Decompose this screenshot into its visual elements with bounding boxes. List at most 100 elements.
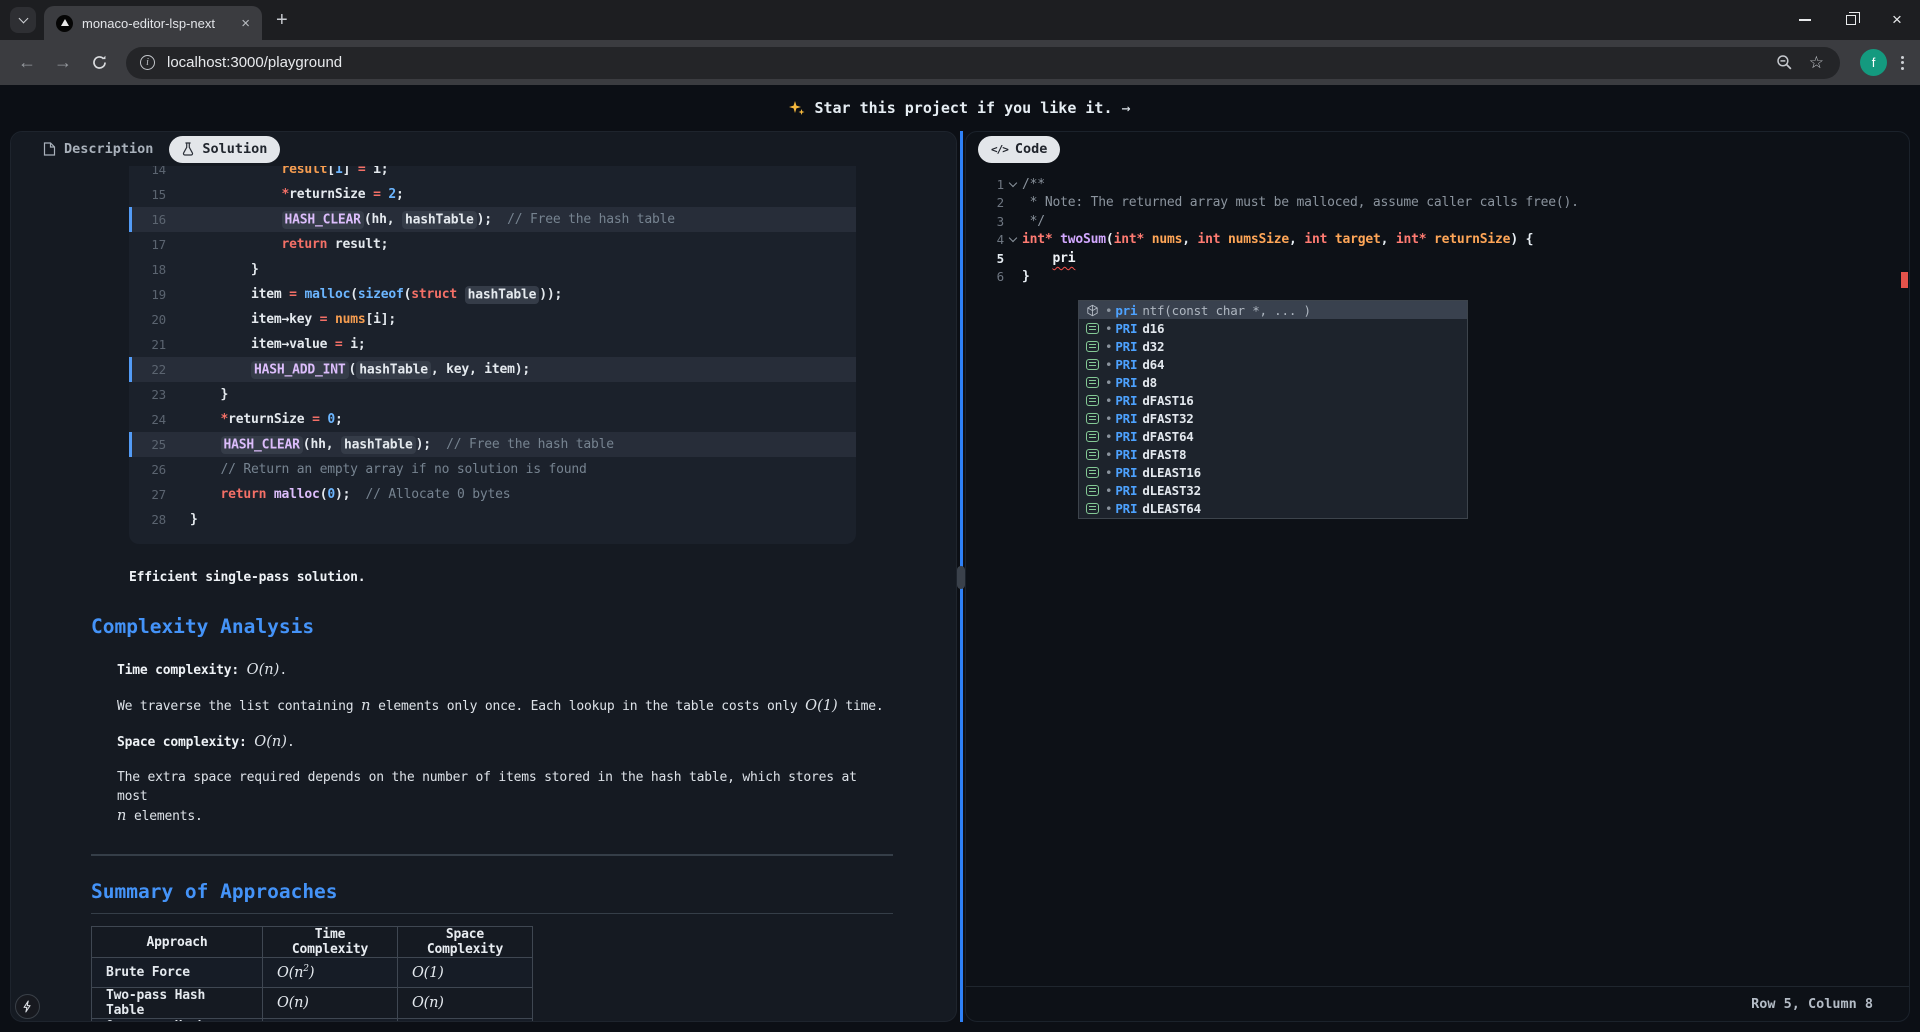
time-complexity-detail: We traverse the list containing n elemen… [117, 696, 893, 716]
arrow-right-icon: → [1121, 99, 1130, 117]
table-header: Approach [92, 927, 263, 958]
nextjs-dev-tools-button[interactable] [15, 994, 40, 1019]
window-restore-button[interactable] [1828, 0, 1874, 40]
tab-search-button[interactable] [10, 7, 36, 33]
nextjs-favicon-icon [56, 15, 73, 32]
code-line-22: 22 HASH_ADD_INT(hashTable, key, item); [129, 357, 856, 382]
solution-note: Efficient single-pass solution. [129, 568, 893, 587]
suggest-item-PRIdLEAST16[interactable]: •PRIdLEAST16 [1079, 463, 1467, 481]
tab-title: monaco-editor-lsp-next [82, 16, 239, 31]
suggest-item-PRIdFAST8[interactable]: •PRIdFAST8 [1079, 445, 1467, 463]
solution-content-scroll[interactable]: 14 result[1] = i;15 *returnSize = 2;16 H… [11, 166, 956, 1021]
table-cell: Two-pass Hash Table [92, 988, 263, 1019]
suggest-item-PRId32[interactable]: •PRId32 [1079, 337, 1467, 355]
window-minimize-button[interactable] [1782, 0, 1828, 40]
table-cell: O(n) [263, 1019, 398, 1022]
right-panel-tabs: </> Code [966, 132, 1909, 166]
flask-icon [182, 142, 194, 156]
symbol-constant-icon [1086, 341, 1099, 352]
browser-tab[interactable]: monaco-editor-lsp-next × [44, 6, 262, 40]
suggest-item-PRIdLEAST32[interactable]: •PRIdLEAST32 [1079, 481, 1467, 499]
banner-text: Star this project if you like it. [814, 99, 1112, 117]
table-cell: One-pass Hash Table [92, 1019, 263, 1022]
editor-line-3[interactable]: 3 */ [966, 212, 1909, 231]
table-header: Time Complexity [263, 927, 398, 958]
zoom-icon[interactable] [1776, 54, 1793, 71]
left-panel-tabs: Description Solution [11, 132, 956, 166]
code-line-19: 19 item = malloc(sizeof(struct hashTable… [129, 282, 856, 307]
browser-menu-button[interactable] [1895, 50, 1910, 76]
editor-line-6[interactable]: 6} [966, 268, 1909, 287]
editor-status-bar: Row 5, Column 8 [966, 986, 1909, 1021]
editor-line-5[interactable]: 5 pri [966, 249, 1909, 268]
table-row: Brute ForceO(n2)O(1) [92, 958, 533, 988]
space-complexity-detail: The extra space required depends on the … [117, 768, 893, 826]
suggest-item-PRId64[interactable]: •PRId64 [1079, 355, 1467, 373]
symbol-method-icon [1086, 304, 1099, 317]
symbol-constant-icon [1086, 359, 1099, 370]
playground-page: Star this project if you like it. → Desc… [0, 85, 1920, 1032]
workspace: Description Solution 14 result[1] = i;15… [0, 131, 1920, 1032]
window-close-button[interactable]: × [1874, 0, 1920, 40]
tab-solution[interactable]: Solution [169, 136, 280, 163]
editor-line-4[interactable]: 4int* twoSum(int* nums, int numsSize, in… [966, 231, 1909, 250]
tab-close-button[interactable]: × [239, 15, 252, 32]
browser-toolbar: ← → i localhost:3000/playground ☆ f [0, 40, 1920, 85]
symbol-constant-icon [1086, 413, 1099, 424]
solution-code-block: 14 result[1] = i;15 *returnSize = 2;16 H… [129, 166, 856, 544]
symbol-constant-icon [1086, 467, 1099, 478]
minimize-icon [1799, 19, 1811, 21]
fold-chevron-icon[interactable] [1004, 238, 1022, 241]
profile-avatar[interactable]: f [1860, 49, 1887, 76]
code-line-20: 20 item→key = nums[i]; [129, 307, 856, 332]
tab-solution-label: Solution [202, 141, 267, 157]
tab-description-label: Description [64, 141, 153, 157]
table-header: Space Complexity [398, 927, 533, 958]
autocomplete-widget: •printf(const char *, ... )•PRId16•PRId3… [1078, 300, 1468, 519]
suggest-item-PRIdLEAST64[interactable]: •PRIdLEAST64 [1079, 499, 1467, 517]
symbol-constant-icon [1086, 323, 1099, 334]
table-cell: O(n2) [263, 958, 398, 988]
overview-ruler-error-marker [1901, 272, 1908, 288]
suggest-item-PRId16[interactable]: •PRId16 [1079, 319, 1467, 337]
code-line-14: 14 result[1] = i; [129, 166, 856, 182]
suggest-item-PRIdFAST16[interactable]: •PRIdFAST16 [1079, 391, 1467, 409]
code-line-17: 17 return result; [129, 232, 856, 257]
chevron-down-icon [18, 14, 28, 24]
symbol-constant-icon [1086, 449, 1099, 460]
new-tab-button[interactable]: + [276, 9, 288, 32]
suggest-item-PRIdFAST32[interactable]: •PRIdFAST32 [1079, 409, 1467, 427]
site-info-icon[interactable]: i [140, 55, 155, 70]
fold-chevron-icon[interactable] [1004, 183, 1022, 186]
url-text[interactable]: localhost:3000/playground [167, 54, 1776, 71]
document-icon [43, 142, 56, 156]
code-line-23: 23 } [129, 382, 856, 407]
tab-code[interactable]: </> Code [978, 136, 1060, 163]
reload-button[interactable] [82, 46, 116, 80]
code-line-15: 15 *returnSize = 2; [129, 182, 856, 207]
divider-drag-handle[interactable] [957, 566, 965, 589]
suggest-item-PRIdFAST64[interactable]: •PRIdFAST64 [1079, 427, 1467, 445]
code-line-18: 18 } [129, 257, 856, 282]
code-line-27: 27 return malloc(0); // Allocate 0 bytes [129, 482, 856, 507]
time-complexity: Time complexity: O(n). [117, 660, 893, 680]
code-line-28: 28} [129, 507, 856, 532]
forward-button[interactable]: → [46, 46, 80, 80]
restore-icon [1846, 15, 1856, 25]
cursor-position-status: Row 5, Column 8 [1751, 996, 1873, 1012]
address-bar[interactable]: i localhost:3000/playground ☆ [126, 47, 1840, 79]
description-solution-panel: Description Solution 14 result[1] = i;15… [10, 131, 957, 1022]
table-cell: Brute Force [92, 958, 263, 988]
monaco-editor[interactable]: 1/**2 * Note: The returned array must be… [966, 166, 1909, 986]
space-complexity: Space complexity: O(n). [117, 732, 893, 752]
star-project-banner[interactable]: Star this project if you like it. → [0, 85, 1920, 131]
tab-description[interactable]: Description [43, 141, 153, 157]
bookmark-star-icon[interactable]: ☆ [1809, 53, 1824, 73]
suggest-item-PRId8[interactable]: •PRId8 [1079, 373, 1467, 391]
editor-line-1[interactable]: 1/** [966, 175, 1909, 194]
back-button[interactable]: ← [10, 46, 44, 80]
editor-line-2[interactable]: 2 * Note: The returned array must be mal… [966, 194, 1909, 213]
code-line-21: 21 item→value = i; [129, 332, 856, 357]
code-line-25: 25 HASH_CLEAR(hh, hashTable); // Free th… [129, 432, 856, 457]
suggest-item-printf-const-char-[interactable]: •printf(const char *, ... ) [1079, 301, 1467, 319]
